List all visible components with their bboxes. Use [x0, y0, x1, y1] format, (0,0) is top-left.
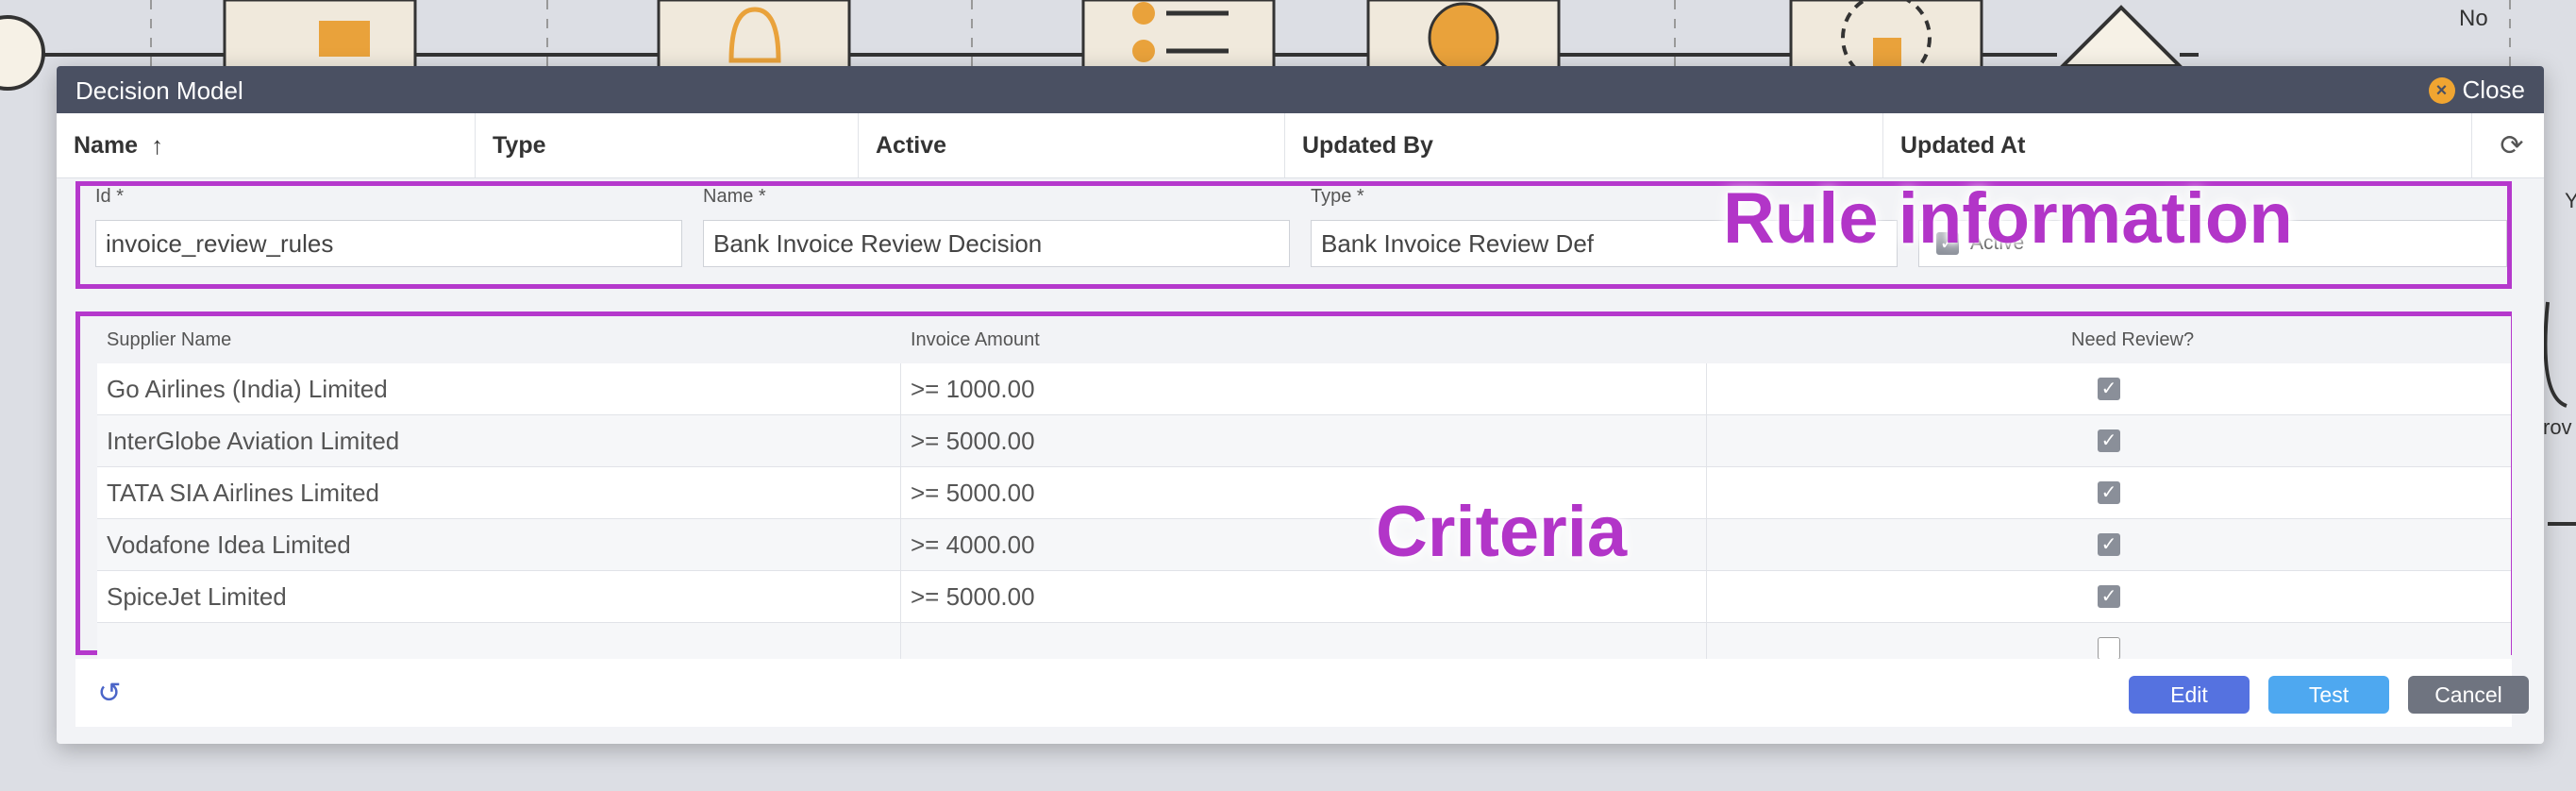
- need-review-checkbox[interactable]: ✓: [2098, 429, 2120, 452]
- need-review-checkbox[interactable]: [2098, 637, 2120, 660]
- need-review-checkbox[interactable]: ✓: [2098, 481, 2120, 504]
- edit-button[interactable]: Edit: [2129, 676, 2250, 714]
- need-review-checkbox[interactable]: ✓: [2098, 533, 2120, 556]
- column-header-active-label: Active: [876, 131, 947, 159]
- table-row[interactable]: Vodafone Idea Limited >= 4000.00 ✓: [97, 519, 2511, 571]
- type-label: Type *: [1311, 186, 1364, 207]
- column-header-active[interactable]: Active: [859, 113, 1285, 177]
- supplier-cell[interactable]: SpiceJet Limited: [97, 571, 901, 622]
- name-label: Name *: [703, 186, 766, 207]
- name-input[interactable]: [703, 220, 1290, 267]
- column-header-row: Name ↑ Type Active Updated By Updated At…: [57, 113, 2544, 178]
- test-button[interactable]: Test: [2268, 676, 2389, 714]
- supplier-cell[interactable]: Go Airlines (India) Limited: [97, 363, 901, 414]
- criteria-table: Supplier Name Invoice Amount Need Review…: [97, 316, 2511, 675]
- need-review-checkbox[interactable]: ✓: [2098, 378, 2120, 400]
- criteria-box: Supplier Name Invoice Amount Need Review…: [75, 311, 2512, 675]
- column-header-updated-by[interactable]: Updated By: [1285, 113, 1883, 177]
- need-review-cell: ✓: [1707, 467, 2511, 518]
- table-row[interactable]: Go Airlines (India) Limited >= 1000.00 ✓: [97, 363, 2511, 415]
- amount-cell[interactable]: >= 5000.00: [901, 571, 1707, 622]
- column-header-type[interactable]: Type: [476, 113, 859, 177]
- column-header-updated-by-label: Updated By: [1302, 131, 1433, 159]
- need-review-cell: ✓: [1707, 519, 2511, 570]
- supplier-cell[interactable]: Vodafone Idea Limited: [97, 519, 901, 570]
- close-label: Close: [2462, 76, 2525, 104]
- table-row[interactable]: InterGlobe Aviation Limited >= 5000.00 ✓: [97, 415, 2511, 467]
- column-header-updated-at[interactable]: Updated At: [1883, 113, 2472, 177]
- history-icon[interactable]: ↺: [92, 676, 126, 710]
- id-label: Id *: [95, 186, 125, 207]
- edge-label-rov: rov: [2543, 415, 2572, 439]
- amount-cell[interactable]: >= 5000.00: [901, 415, 1707, 466]
- criteria-header-supplier: Supplier Name: [107, 329, 232, 350]
- sort-ascending-icon[interactable]: ↑: [151, 131, 163, 160]
- dialog-title: Decision Model: [75, 76, 243, 105]
- column-header-name[interactable]: Name ↑: [57, 113, 476, 177]
- table-row[interactable]: TATA SIA Airlines Limited >= 5000.00 ✓: [97, 467, 2511, 519]
- criteria-header-need-review: Need Review?: [2071, 329, 2195, 350]
- dialog-footer: ↺ Edit Test Cancel: [75, 659, 2529, 727]
- need-review-cell: ✓: [1707, 363, 2511, 414]
- criteria-annotation: Criteria: [1376, 492, 1628, 572]
- close-icon: ×: [2428, 76, 2455, 104]
- column-header-name-label: Name: [74, 131, 139, 159]
- cancel-button[interactable]: Cancel: [2408, 676, 2529, 714]
- edge-label-y: Y: [2565, 189, 2576, 212]
- supplier-cell[interactable]: TATA SIA Airlines Limited: [97, 467, 901, 518]
- refresh-icon[interactable]: ⟳: [2495, 128, 2529, 162]
- close-button[interactable]: × Close: [2428, 76, 2525, 105]
- column-header-type-label: Type: [493, 131, 546, 159]
- column-header-updated-at-label: Updated At: [1900, 131, 2026, 159]
- amount-cell[interactable]: >= 1000.00: [901, 363, 1707, 414]
- supplier-cell[interactable]: InterGlobe Aviation Limited: [97, 415, 901, 466]
- need-review-cell: ✓: [1707, 571, 2511, 622]
- need-review-checkbox[interactable]: ✓: [2098, 585, 2120, 608]
- edge-label-no: No: [2459, 6, 2488, 31]
- table-row[interactable]: SpiceJet Limited >= 5000.00 ✓: [97, 571, 2511, 623]
- id-input[interactable]: [95, 220, 682, 267]
- rule-information-annotation: Rule information: [1723, 178, 2293, 259]
- dialog-titlebar: Decision Model × Close: [57, 66, 2544, 113]
- criteria-header-row: Supplier Name Invoice Amount Need Review…: [97, 316, 2511, 363]
- checklist-task-icon: [1081, 0, 1276, 70]
- criteria-rows: Go Airlines (India) Limited >= 1000.00 ✓…: [97, 363, 2511, 675]
- criteria-header-amount: Invoice Amount: [911, 329, 1040, 350]
- need-review-cell: ✓: [1707, 415, 2511, 466]
- decision-model-dialog: Decision Model × Close Name ↑ Type Activ…: [57, 66, 2544, 744]
